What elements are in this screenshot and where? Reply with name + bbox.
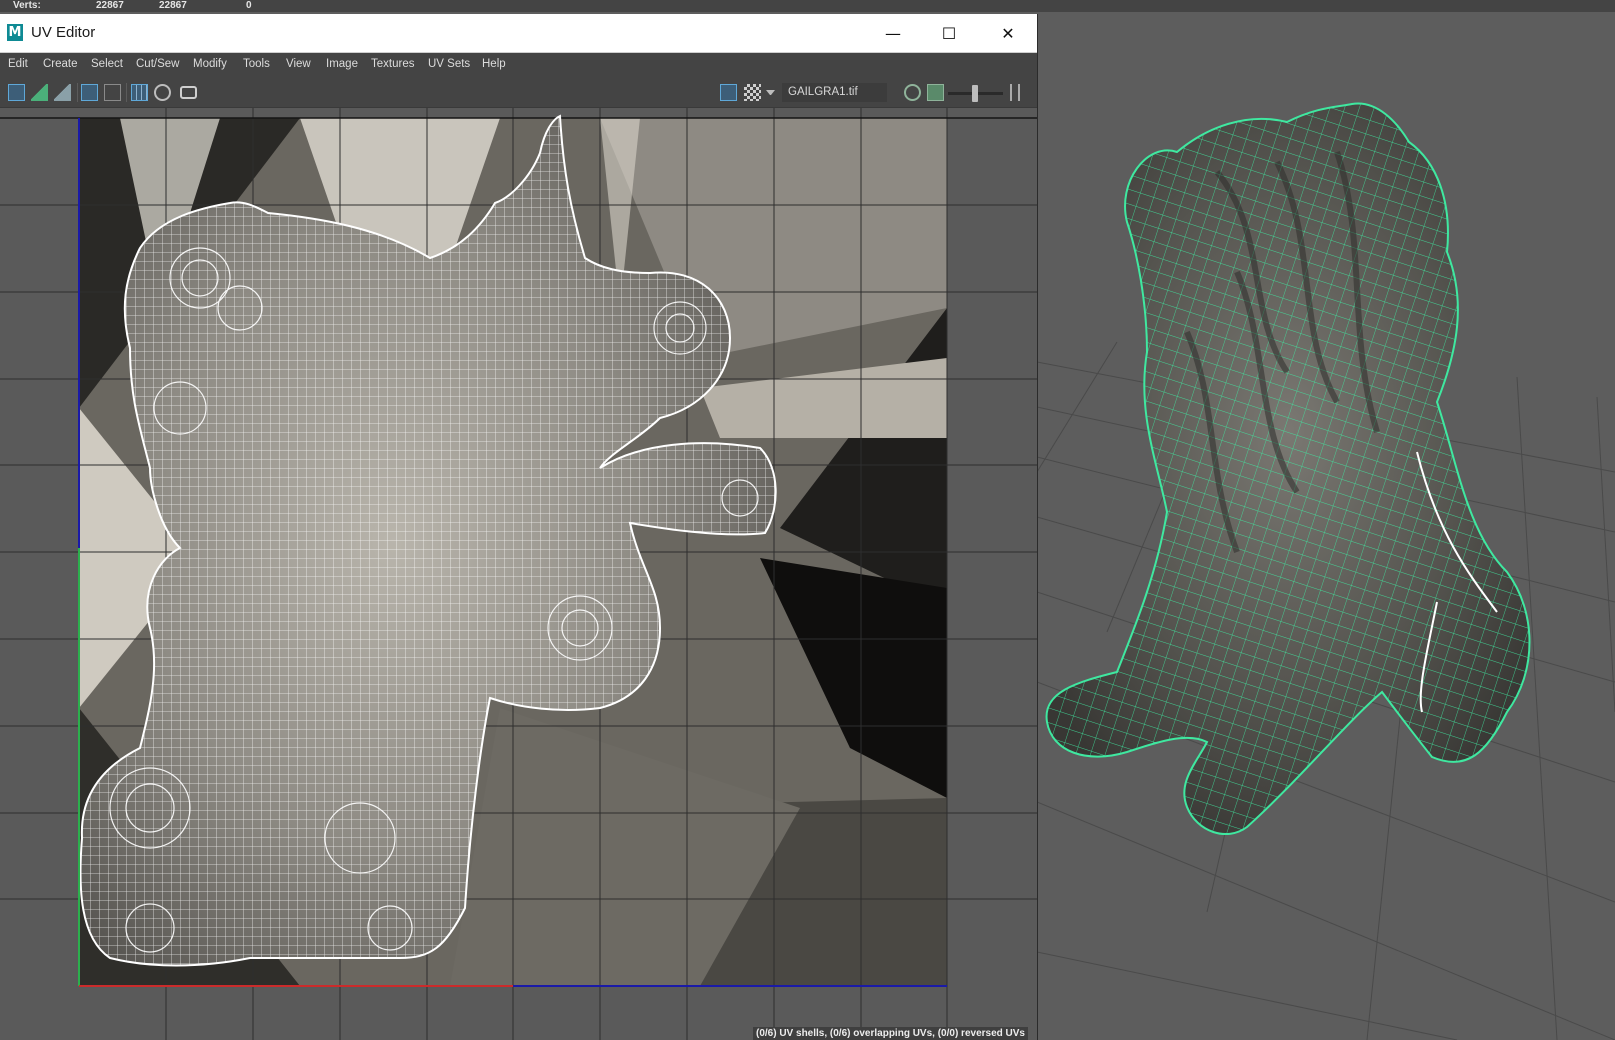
menu-image[interactable]: Image — [326, 58, 358, 70]
isolate-icon[interactable] — [154, 84, 171, 101]
menu-textures[interactable]: Textures — [371, 58, 414, 70]
zoom-slider-handle[interactable] — [972, 85, 978, 102]
minimize-button[interactable]: — — [870, 14, 916, 52]
menu-edit[interactable]: Edit — [8, 58, 28, 70]
maximize-icon: ☐ — [941, 23, 957, 43]
lion-3d-model[interactable] — [1037, 92, 1557, 852]
image-filter-icon[interactable] — [927, 84, 944, 101]
toolbar-separator — [77, 83, 78, 102]
minimize-icon: — — [885, 23, 901, 43]
uv-snapshot-icon[interactable] — [31, 84, 48, 101]
uv-editor-window[interactable]: M UV Editor — ☐ ✕ Edit Create Select Cut… — [0, 14, 1038, 1040]
camera-icon[interactable] — [180, 86, 197, 99]
menu-help[interactable]: Help — [482, 58, 506, 70]
menu-modify[interactable]: Modify — [193, 58, 227, 70]
image-name-field[interactable]: GAILGRA1.tif — [782, 83, 887, 102]
menu-create[interactable]: Create — [43, 58, 78, 70]
verts-count: 22867 — [96, 0, 124, 11]
menu-cut-sew[interactable]: Cut/Sew — [136, 58, 179, 70]
image-ratio-icon[interactable] — [904, 84, 921, 101]
verts-selected-count: 22867 — [159, 0, 187, 11]
poly-count-bar: Verts: 22867 22867 0 — [0, 0, 1615, 12]
verts-hidden-count: 0 — [246, 0, 252, 11]
toolbar-separator — [126, 83, 127, 102]
texture-borders-icon[interactable] — [81, 84, 98, 101]
collapse-icon[interactable] — [1010, 84, 1020, 101]
uv-shell-icon[interactable] — [54, 84, 71, 101]
close-button[interactable]: ✕ — [985, 14, 1031, 52]
window-title: UV Editor — [31, 24, 96, 41]
maya-logo-icon: M — [7, 24, 23, 41]
menu-uv-sets[interactable]: UV Sets — [428, 58, 470, 70]
menu-tools[interactable]: Tools — [243, 58, 270, 70]
uv-layout-icon[interactable] — [8, 84, 25, 101]
image-display-icon[interactable] — [720, 84, 737, 101]
checker-icon[interactable] — [744, 84, 761, 101]
distortion-icon[interactable] — [104, 84, 121, 101]
maximize-button[interactable]: ☐ — [926, 14, 972, 52]
grid-icon[interactable] — [131, 84, 148, 101]
menu-select[interactable]: Select — [91, 58, 123, 70]
menu-bar: Edit Create Select Cut/Sew Modify Tools … — [0, 53, 1037, 77]
dropdown-icon[interactable] — [766, 90, 775, 95]
uv-canvas[interactable]: (0/6) UV shells, (0/6) overlapping UVs, … — [0, 108, 1037, 1040]
uv-toolbar: GAILGRA1.tif — [0, 77, 1037, 108]
title-bar[interactable]: M UV Editor — ☐ ✕ — [0, 14, 1037, 53]
menu-view[interactable]: View — [286, 58, 311, 70]
close-icon: ✕ — [1001, 23, 1015, 43]
perspective-viewport[interactable] — [1037, 12, 1615, 1040]
uv-status-text: (0/6) UV shells, (0/6) overlapping UVs, … — [753, 1027, 1028, 1040]
verts-label: Verts: — [13, 0, 41, 11]
